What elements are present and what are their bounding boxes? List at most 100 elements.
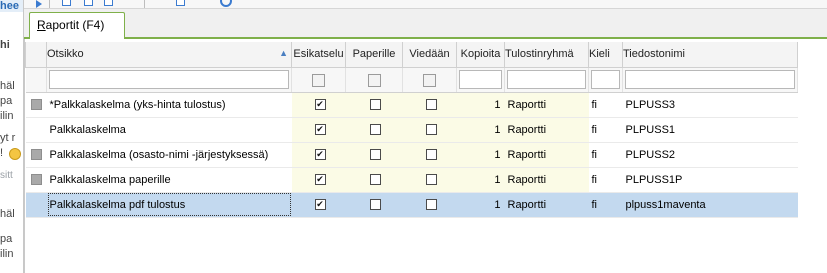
- kieli-cell[interactable]: fi: [588, 117, 623, 143]
- background-text: ilin: [0, 110, 14, 122]
- tulostinryhma-cell[interactable]: Raportti: [504, 167, 589, 193]
- tulostinryhma-cell[interactable]: Raportti: [504, 117, 589, 143]
- filter-tiedostonimi-input[interactable]: [625, 70, 795, 89]
- copy-document-icon[interactable]: [84, 0, 93, 6]
- paperille-cell: [345, 192, 403, 218]
- filter-tulostinryhma-input[interactable]: [507, 70, 586, 89]
- title-cell[interactable]: Palkkalaskelma (osasto-nimi -järjestykse…: [46, 142, 292, 168]
- viedaan-cell: [402, 92, 457, 118]
- toolbar-separator: [49, 0, 50, 8]
- esikatselu-checkbox[interactable]: [314, 149, 326, 160]
- esikatselu-cell: [291, 192, 346, 218]
- report-grid-panel: Otsikko ▲ Esikatselu Paperille Viedään Ko…: [24, 39, 827, 273]
- viedaan-cell: [402, 142, 457, 168]
- tulostinryhma-cell[interactable]: Raportti: [504, 142, 589, 168]
- tiedostonimi-cell[interactable]: PLPUSS3: [622, 92, 798, 118]
- save-icon[interactable]: [104, 0, 113, 6]
- filter-kieli-input[interactable]: [591, 70, 620, 89]
- background-text: hi: [0, 39, 10, 51]
- esikatselu-checkbox[interactable]: [314, 124, 326, 135]
- kieli-cell[interactable]: fi: [588, 192, 623, 218]
- esikatselu-checkbox[interactable]: [314, 199, 326, 210]
- viedaan-checkbox[interactable]: [425, 149, 437, 160]
- tab-raportit[interactable]: Raportit (F4): [29, 12, 125, 38]
- viedaan-cell: [402, 192, 457, 218]
- filter-otsikko-input[interactable]: [49, 70, 289, 89]
- kopioita-cell[interactable]: 1: [456, 142, 505, 168]
- filter-cell: [504, 67, 589, 93]
- table-row[interactable]: Palkkalaskelma (osasto-nimi -järjestykse…: [25, 142, 798, 168]
- paperille-checkbox[interactable]: [370, 149, 381, 160]
- toolbar: [24, 0, 827, 9]
- title-cell[interactable]: Palkkalaskelma: [46, 117, 292, 143]
- column-header-otsikko[interactable]: Otsikko ▲: [46, 42, 292, 68]
- tulostinryhma-cell[interactable]: Raportti: [504, 192, 589, 218]
- export-icon[interactable]: [176, 0, 185, 6]
- row-marker-icon: [30, 174, 42, 185]
- table-row[interactable]: Palkkalaskelma 1 Raportti fi PLPUSS1: [25, 117, 798, 143]
- filter-cell: [622, 67, 798, 93]
- paperille-checkbox[interactable]: [370, 124, 381, 135]
- esikatselu-checkbox[interactable]: [314, 99, 326, 110]
- row-selector-cell[interactable]: [25, 92, 47, 118]
- tulostinryhma-cell[interactable]: Raportti: [504, 92, 589, 118]
- tiedostonimi-cell[interactable]: plpuss1maventa: [622, 192, 798, 218]
- row-selector-cell[interactable]: [25, 117, 47, 143]
- sort-ascending-icon: ▲: [279, 48, 288, 59]
- tiedostonimi-cell[interactable]: PLPUSS1: [622, 117, 798, 143]
- esikatselu-cell: [291, 167, 346, 193]
- tiedostonimi-cell[interactable]: PLPUSS1P: [622, 167, 798, 193]
- kopioita-cell[interactable]: 1: [456, 117, 505, 143]
- column-header-esikatselu[interactable]: Esikatselu: [291, 42, 346, 68]
- kopioita-cell[interactable]: 1: [456, 167, 505, 193]
- row-selector-cell[interactable]: [25, 167, 47, 193]
- column-header-paperille[interactable]: Paperille: [345, 42, 403, 68]
- paperille-checkbox[interactable]: [370, 199, 381, 210]
- background-text: ilin: [0, 248, 14, 260]
- report-grid: Otsikko ▲ Esikatselu Paperille Viedään Ko…: [25, 42, 798, 218]
- viedaan-checkbox[interactable]: [425, 99, 437, 110]
- kieli-cell[interactable]: fi: [588, 142, 623, 168]
- filter-cell: [456, 67, 505, 93]
- row-selector-cell[interactable]: [25, 192, 47, 218]
- column-header-kopioita[interactable]: Kopioita: [456, 42, 505, 68]
- background-text: pa: [0, 233, 13, 245]
- title-cell[interactable]: *Palkkalaskelma (yks-hinta tulostus): [46, 92, 292, 118]
- viedaan-checkbox[interactable]: [425, 174, 437, 185]
- row-selector-cell[interactable]: [25, 142, 47, 168]
- filter-esikatselu-checkbox[interactable]: [312, 74, 325, 87]
- title-cell[interactable]: Palkkalaskelma paperille: [46, 167, 292, 193]
- tab-accelerator: R: [37, 18, 46, 32]
- esikatselu-cell: [291, 92, 346, 118]
- filter-paperille-checkbox[interactable]: [367, 74, 381, 87]
- column-header-tulostinryhma[interactable]: Tulostinryhmä: [504, 42, 589, 68]
- table-row[interactable]: *Palkkalaskelma (yks-hinta tulostus) 1 R…: [25, 92, 798, 118]
- table-row[interactable]: Palkkalaskelma pdf tulostus 1 Raportti f…: [25, 192, 798, 218]
- kieli-cell[interactable]: fi: [588, 167, 623, 193]
- paperille-cell: [345, 167, 403, 193]
- viedaan-checkbox[interactable]: [425, 199, 437, 210]
- background-text: sitt: [0, 170, 13, 181]
- paperille-cell: [345, 142, 403, 168]
- column-header-tiedostonimi[interactable]: Tiedostonimi: [622, 42, 798, 68]
- tiedostonimi-cell[interactable]: PLPUSS2: [622, 142, 798, 168]
- kopioita-cell[interactable]: 1: [456, 92, 505, 118]
- paperille-checkbox[interactable]: [370, 174, 381, 185]
- filter-viedaan-checkbox[interactable]: [423, 74, 436, 87]
- paperille-checkbox[interactable]: [370, 99, 381, 110]
- viedaan-checkbox[interactable]: [425, 124, 437, 135]
- background-text: pa: [0, 95, 13, 107]
- kopioita-cell[interactable]: 1: [456, 192, 505, 218]
- table-row[interactable]: Palkkalaskelma paperille 1 Raportti fi P…: [25, 167, 798, 193]
- play-icon[interactable]: [36, 0, 42, 8]
- filter-kopioita-input[interactable]: [459, 70, 502, 89]
- new-document-icon[interactable]: [62, 0, 71, 6]
- help-icon[interactable]: [220, 0, 232, 7]
- column-header-viedaan[interactable]: Viedään: [402, 42, 457, 68]
- background-text: yt r: [0, 132, 16, 144]
- background-text: häl: [0, 208, 15, 220]
- title-cell[interactable]: Palkkalaskelma pdf tulostus: [46, 192, 292, 218]
- esikatselu-checkbox[interactable]: [314, 174, 326, 185]
- column-header-kieli[interactable]: Kieli: [588, 42, 623, 68]
- kieli-cell[interactable]: fi: [588, 92, 623, 118]
